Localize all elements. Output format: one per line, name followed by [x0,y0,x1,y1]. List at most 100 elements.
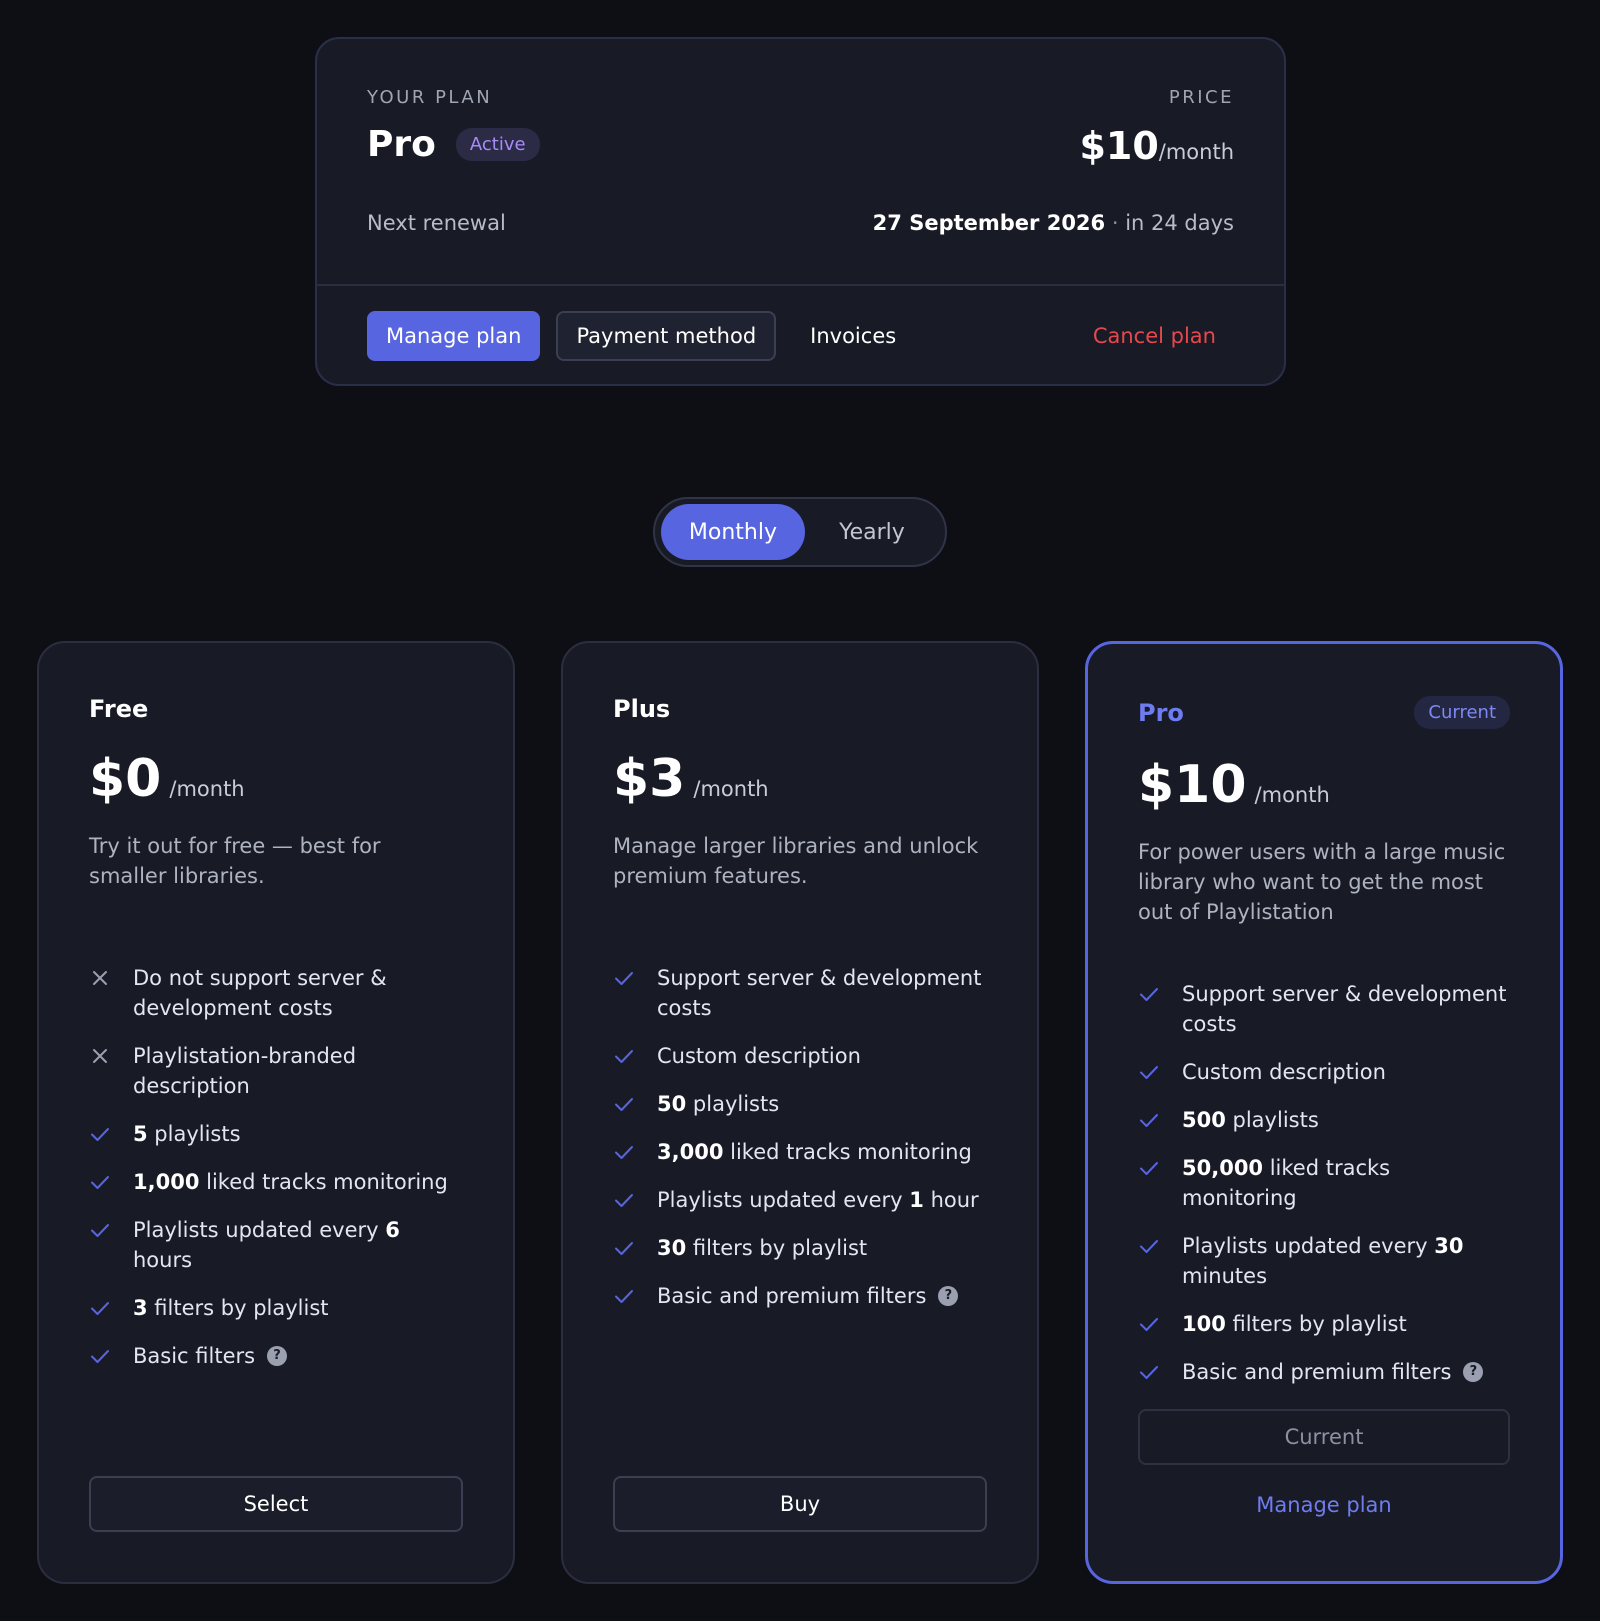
feature-text-post: filters by playlist [686,1236,868,1260]
feature-text-post: Support server & development costs [1182,982,1507,1036]
manage-plan-button[interactable]: Manage plan [367,311,541,361]
manage-plan-link[interactable]: Manage plan [1088,1493,1560,1517]
feature-item: Custom description [613,1041,987,1071]
tier-price: $10 /month [1138,755,1510,815]
help-icon[interactable]: ? [1463,1362,1484,1382]
check-icon [89,1341,133,1371]
feature-text-post: playlists [686,1092,780,1116]
feature-text: Playlists updated every 1 hour [657,1185,987,1215]
check-icon [1138,1105,1182,1135]
toggle-monthly[interactable]: Monthly [661,504,805,560]
feature-text-post: Basic and premium filters [657,1284,927,1308]
feature-text: Do not support server & development cost… [133,963,463,1023]
feature-text-post: Custom description [1182,1060,1386,1084]
tier-card-plus: Plus $3 /month Manage larger libraries a… [561,641,1039,1584]
feature-text: Support server & development costs [1182,979,1510,1039]
feature-value: 1,000 [133,1170,200,1194]
help-icon[interactable]: ? [938,1286,959,1306]
cancel-plan-button[interactable]: Cancel plan [1093,324,1216,348]
feature-item: Basic and premium filters? [1138,1357,1510,1387]
payment-method-button[interactable]: Payment method [556,311,777,361]
tier-header: Free [89,695,463,723]
feature-text-post: liked tracks monitoring [723,1140,972,1164]
feature-text-post: liked tracks monitoring [199,1170,448,1194]
renewal-separator: · [1105,211,1126,235]
feature-text: Basic and premium filters? [657,1281,987,1311]
feature-text-post: Custom description [657,1044,861,1068]
renewal-label: Next renewal [367,211,506,235]
check-icon [613,1137,657,1167]
feature-text-post: minutes [1182,1264,1268,1288]
tier-description: Manage larger libraries and unlock premi… [613,834,979,888]
feature-text: Playlists updated every 6 hours [133,1215,463,1275]
tier-description: Try it out for free — best for smaller l… [89,834,381,888]
feature-item: Basic filters? [89,1341,463,1371]
feature-list: Do not support server & development cost… [89,963,463,1371]
tier-content: Plus $3 /month Manage larger libraries a… [613,695,987,1329]
feature-text-post: filters by playlist [147,1296,329,1320]
feature-item: Support server & development costs [613,963,987,1023]
feature-text-post: filters by playlist [1225,1312,1407,1336]
check-icon [1138,1309,1182,1339]
invoices-button[interactable]: Invoices [810,324,896,348]
feature-text: 100 filters by playlist [1182,1309,1510,1339]
feature-text-pre: Playlists updated every [1182,1234,1435,1258]
feature-text-post: Playlistation-branded description [133,1044,357,1098]
plan-name-row: Pro Active [367,124,540,165]
feature-text-post: Basic filters [133,1344,256,1368]
feature-item: Playlists updated every 30 minutes [1138,1231,1510,1291]
feature-value: 30 [1434,1234,1464,1258]
toggle-yearly[interactable]: Yearly [805,504,939,560]
check-icon [89,1119,133,1149]
feature-item: 50 playlists [613,1089,987,1119]
feature-value: 30 [657,1236,687,1260]
tier-price: $0 /month [89,749,463,809]
feature-value: 50 [657,1092,687,1116]
tier-card-free: Free $0 /month Try it out for free — bes… [37,641,515,1584]
feature-item: 50,000 liked tracks monitoring [1138,1153,1510,1213]
feature-value: 3,000 [657,1140,724,1164]
feature-value: 6 [385,1218,400,1242]
tier-header: Pro Current [1138,696,1510,729]
buy-button[interactable]: Buy [613,1476,987,1532]
feature-value: 5 [133,1122,148,1146]
tier-name: Free [89,695,149,723]
check-icon [89,1215,133,1245]
feature-list: Support server & development costs Custom… [1138,979,1510,1387]
current-plan-card: YOUR PLAN Pro Active PRICE $10/month Nex… [315,37,1286,386]
check-icon [613,1089,657,1119]
feature-text: 1,000 liked tracks monitoring [133,1167,463,1197]
feature-item: 100 filters by playlist [1138,1309,1510,1339]
feature-text-post: hours [133,1248,193,1272]
feature-item: 500 playlists [1138,1105,1510,1135]
feature-text-post: Support server & development costs [657,966,982,1020]
current-badge: Current [1414,696,1510,729]
check-icon [613,963,657,993]
feature-value: 500 [1182,1108,1226,1132]
feature-text: Custom description [657,1041,987,1071]
feature-text: 30 filters by playlist [657,1233,987,1263]
feature-text: 50 playlists [657,1089,987,1119]
current-plan-button[interactable]: Current [1138,1409,1510,1465]
tier-header: Plus [613,695,987,723]
x-icon [89,1041,133,1071]
plan-price-amount: $10 [1079,124,1159,168]
feature-item: 3,000 liked tracks monitoring [613,1137,987,1167]
billing-period-toggle: Monthly Yearly [653,497,947,567]
feature-text: 5 playlists [133,1119,463,1149]
select-button[interactable]: Select [89,1476,463,1532]
tier-price-amount: $3 [613,749,686,809]
check-icon [1138,1357,1182,1387]
plan-eyebrow: YOUR PLAN [367,87,493,108]
feature-item: Basic and premium filters? [613,1281,987,1311]
feature-text-post: Basic and premium filters [1182,1360,1452,1384]
tier-content: Pro Current $10 /month For power users w… [1138,696,1510,1405]
help-icon[interactable]: ? [267,1346,288,1366]
feature-text: Custom description [1182,1057,1510,1087]
plan-name: Pro [367,124,436,165]
tier-price-amount: $10 [1138,755,1247,815]
tier-price-unit: /month [693,777,769,801]
status-badge: Active [455,128,540,161]
feature-item: Playlistation-branded description [89,1041,463,1101]
feature-item: 3 filters by playlist [89,1293,463,1323]
